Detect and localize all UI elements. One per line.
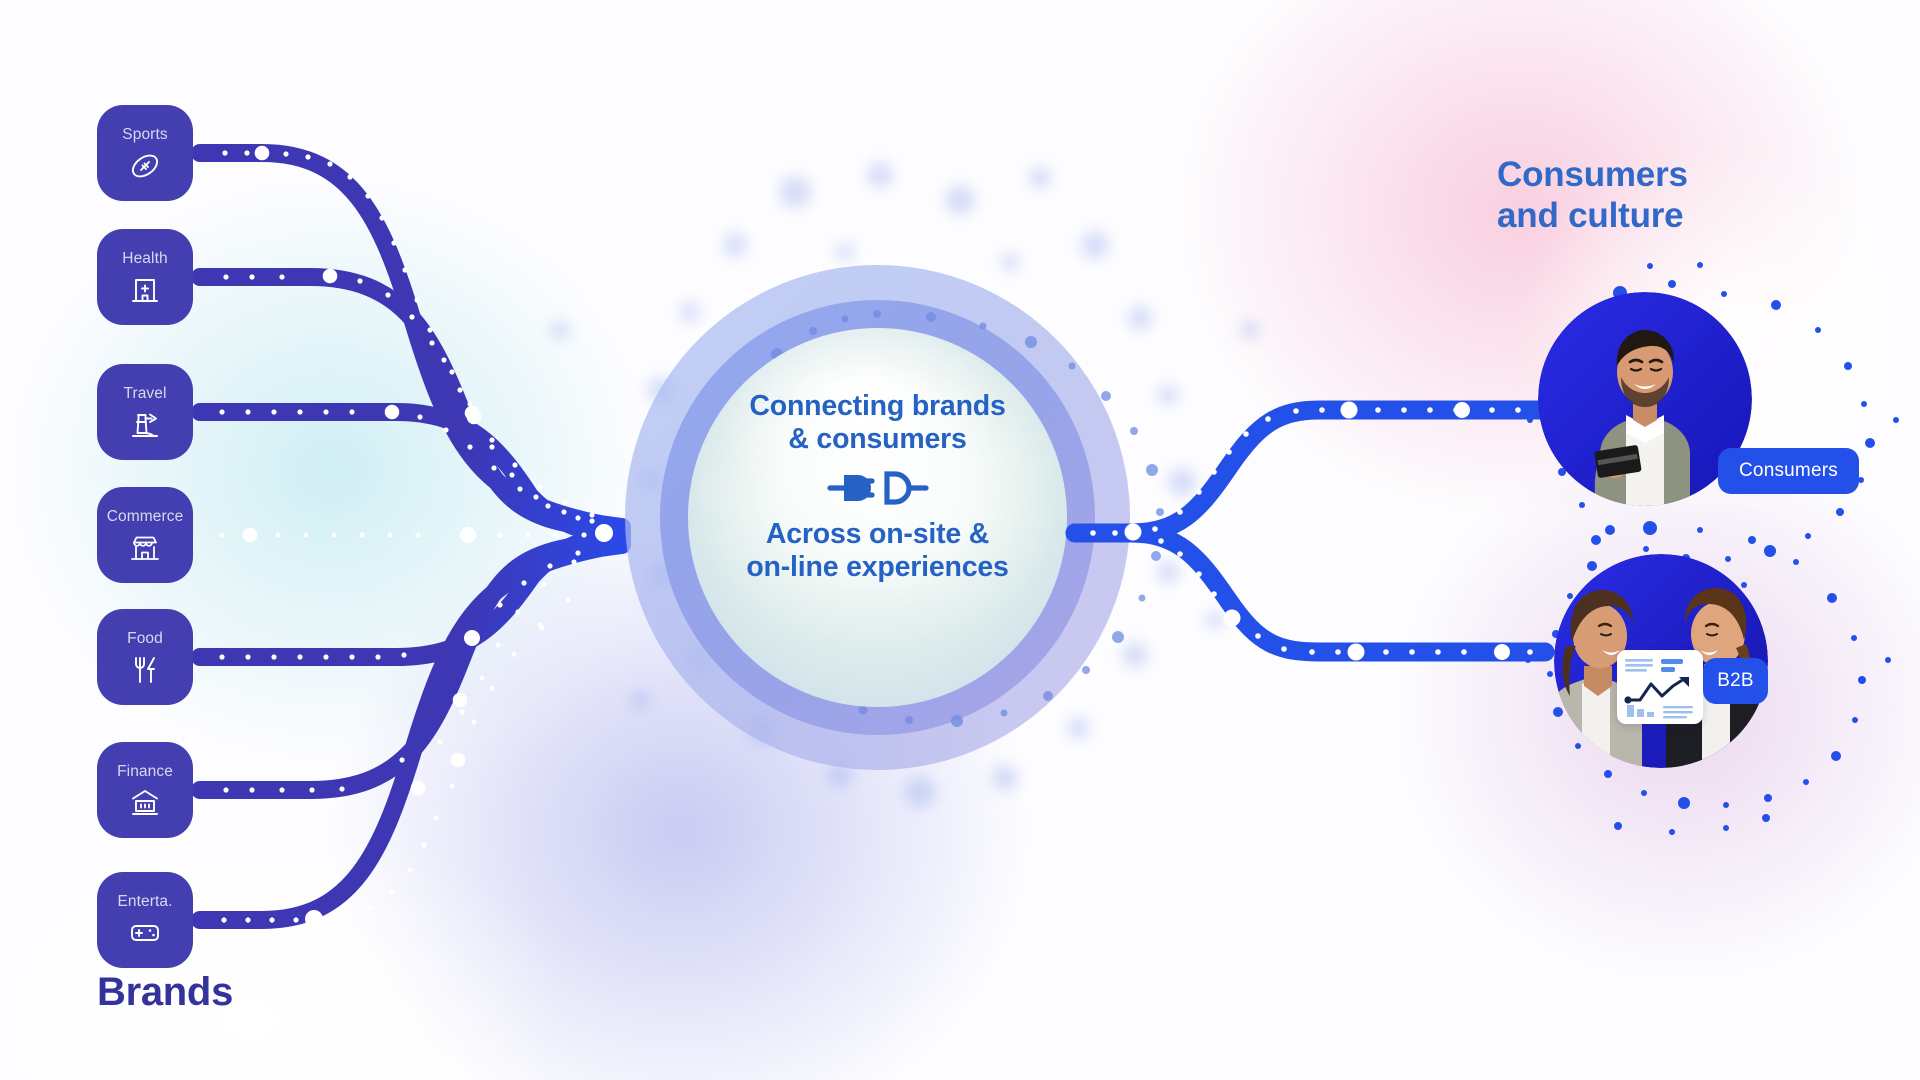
diagram-canvas: Connecting brands & consumers Across on-… (0, 0, 1920, 1080)
badge-label: B2B (1717, 670, 1754, 691)
avatar-b2b-dot-halo (1525, 521, 1891, 835)
badge-b2b[interactable]: B2B (1703, 658, 1768, 704)
analytics-chart-card-icon (1617, 650, 1703, 724)
